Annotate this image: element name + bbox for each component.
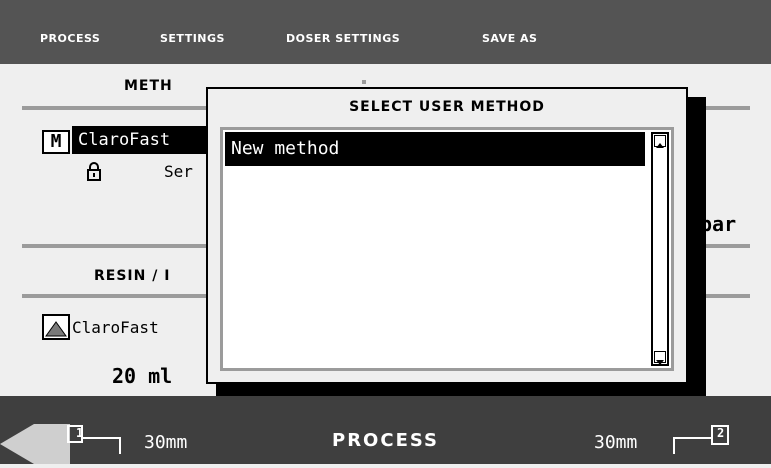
dialog-title: SELECT USER METHOD (349, 99, 545, 115)
method-setting-label: Ser (164, 162, 193, 181)
divider (22, 244, 222, 248)
process-title: PROCESS (332, 430, 439, 451)
method-header: METH (124, 78, 173, 94)
top-menu-bar: PROCESS SETTINGS DOSER SETTINGS SAVE AS (0, 0, 771, 64)
method-listbox[interactable]: New method (220, 127, 674, 371)
arrow-up-icon (656, 143, 664, 148)
bottom-status-bar: 1 30mm PROCESS 30mm 2 (0, 396, 771, 464)
lock-icon (86, 162, 102, 182)
volume-value: 20 ml (112, 364, 173, 388)
select-user-method-dialog: SELECT USER METHOD New method (206, 87, 688, 384)
tick-mark (362, 80, 366, 84)
method-icon: M (42, 130, 70, 154)
resin-header: RESIN / I (94, 268, 171, 284)
resin-name[interactable]: ClaroFast (72, 318, 159, 337)
menu-settings[interactable]: SETTINGS (160, 32, 225, 45)
menu-process[interactable]: PROCESS (40, 32, 100, 45)
method-icon-letter: M (50, 131, 62, 152)
list-item[interactable]: New method (225, 132, 645, 166)
resin-icon (42, 314, 70, 340)
menu-doser-settings[interactable]: DOSER SETTINGS (286, 32, 400, 45)
scrollbar[interactable] (651, 132, 669, 366)
divider (22, 294, 222, 298)
position-2-number: 2 (717, 426, 725, 440)
scroll-up-button[interactable] (654, 135, 666, 148)
right-depth-value: 30mm (594, 432, 638, 453)
arrow-down-icon (656, 360, 664, 365)
menu-save-as[interactable]: SAVE AS (482, 32, 537, 45)
method-name[interactable]: ClaroFast (72, 126, 218, 154)
scroll-down-button[interactable] (654, 351, 666, 365)
divider (22, 106, 222, 110)
